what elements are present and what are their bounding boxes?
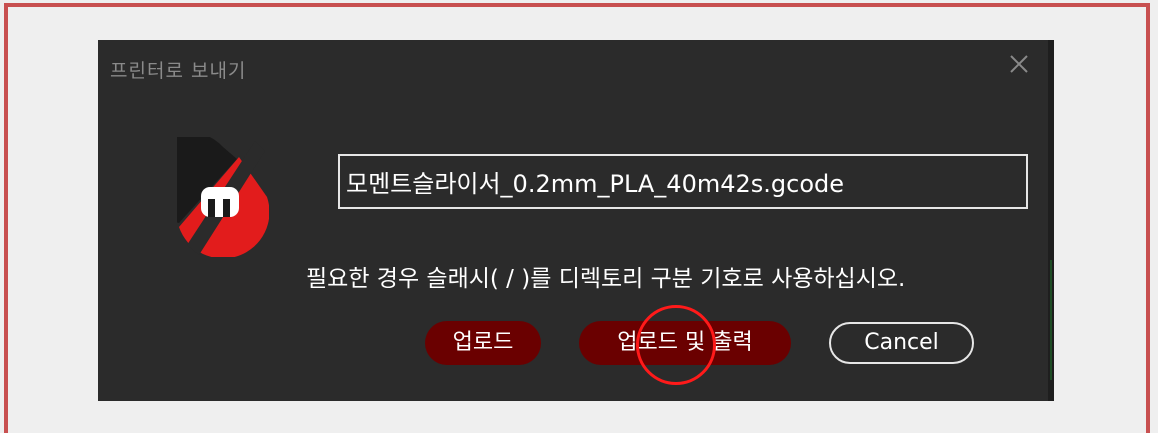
- close-icon[interactable]: [1007, 52, 1031, 76]
- background-accent-line: [1050, 260, 1052, 380]
- app-logo-icon: [143, 132, 270, 259]
- background-window-edge: [1048, 40, 1054, 401]
- upload-button[interactable]: 업로드: [425, 321, 541, 365]
- dialog-title: 프린터로 보내기: [110, 60, 247, 82]
- directory-hint-text: 필요한 경우 슬래시( / )를 디렉토리 구분 기호로 사용하십시오.: [306, 266, 906, 292]
- send-to-printer-dialog: 프린터로 보내기 필요한 경우 슬래시( / )를 디렉토리 구분 기호로 사용…: [98, 40, 1053, 401]
- cancel-button[interactable]: Cancel: [829, 322, 974, 364]
- upload-and-print-button[interactable]: 업로드 및 출력: [579, 321, 791, 365]
- filename-input[interactable]: [338, 154, 1028, 209]
